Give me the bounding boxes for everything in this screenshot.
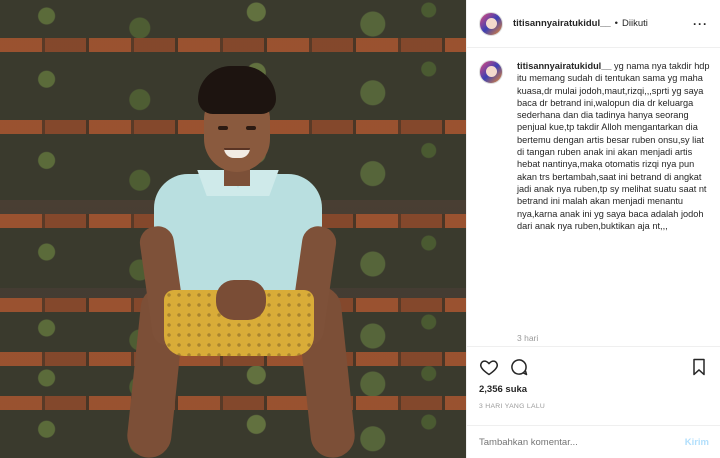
more-dots-icon[interactable]: ···: [693, 17, 708, 31]
heart-icon[interactable]: [479, 357, 499, 377]
comment-bar: Kirim: [467, 425, 720, 458]
hair: [198, 66, 276, 114]
brick-row: [0, 38, 466, 52]
post-timestamp[interactable]: 3 HARI YANG LALU: [479, 403, 545, 410]
comment-bubble-icon[interactable]: [509, 357, 529, 377]
send-button[interactable]: Kirim: [685, 437, 709, 448]
caption-username-link[interactable]: titisannyairatukidul__: [517, 61, 611, 71]
post-header: titisannyairatukidul__ • Diikuti ···: [467, 0, 720, 48]
caption-text: titisannyairatukidul__ yg nama nya takdi…: [517, 60, 713, 232]
avatar[interactable]: [479, 11, 503, 36]
boy-figure: [120, 66, 360, 458]
moss-texture: [0, 0, 466, 40]
caption-body: yg nama nya takdir hdp itu memang sudah …: [517, 61, 710, 231]
hands: [216, 280, 266, 320]
caption-time: 3 hari: [517, 333, 539, 343]
eye: [218, 126, 228, 130]
caption: titisannyairatukidul__ yg nama nya takdi…: [479, 60, 715, 232]
caption-avatar[interactable]: [479, 60, 503, 84]
like-count[interactable]: 2,356 suka: [479, 384, 527, 395]
smile: [224, 148, 250, 158]
eye: [246, 126, 256, 130]
username-link[interactable]: titisannyairatukidul__: [513, 18, 611, 29]
separator-dot: •: [614, 18, 618, 29]
follow-status-button[interactable]: Diikuti: [622, 18, 648, 29]
post-photo[interactable]: [0, 0, 466, 458]
action-bar: [467, 346, 720, 380]
bookmark-icon[interactable]: [689, 357, 709, 377]
post-side-panel: titisannyairatukidul__ • Diikuti ··· tit…: [466, 0, 720, 458]
comment-input[interactable]: [479, 436, 669, 448]
